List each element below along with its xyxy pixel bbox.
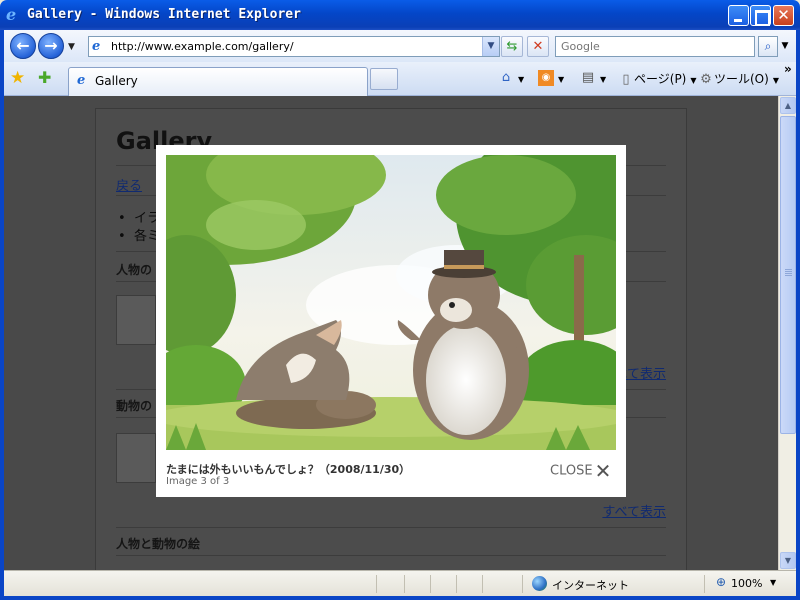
search-button[interactable]: ⌕: [758, 36, 778, 57]
scroll-up-button[interactable]: ▲: [780, 97, 796, 114]
minimize-button[interactable]: [728, 5, 749, 26]
feeds-button[interactable]: ◉ ▼: [538, 70, 564, 86]
address-url[interactable]: http://www.example.com/gallery/: [111, 40, 294, 53]
window-title: Gallery - Windows Internet Explorer: [27, 7, 301, 22]
illustration-image: [166, 155, 616, 450]
stop-icon: ✕: [532, 39, 544, 54]
home-button[interactable]: ⌂ ▼: [498, 70, 524, 86]
status-separator: [522, 575, 523, 593]
lightbox: たまには外もいいもんでしょ？（2008/11/30） Image 3 of 3 …: [156, 145, 626, 497]
thumbnail[interactable]: [116, 295, 156, 345]
more-commands-chevron-icon[interactable]: »: [784, 62, 792, 76]
search-options-dropdown[interactable]: ▼: [778, 36, 792, 57]
lightbox-counter: Image 3 of 3: [166, 476, 230, 487]
page-icon: e: [92, 39, 101, 54]
divider: [116, 555, 666, 556]
close-icon: ✕: [594, 459, 612, 483]
new-tab-button[interactable]: [370, 68, 398, 90]
back-link[interactable]: 戻る: [116, 175, 142, 194]
status-separator: [482, 575, 483, 593]
close-window-button[interactable]: ✕: [773, 5, 794, 26]
search-box[interactable]: [555, 36, 755, 57]
lightbox-caption: たまには外もいいもんでしょ？（2008/11/30）: [166, 463, 411, 476]
lightbox-close-button[interactable]: CLOSE ✕: [550, 459, 612, 483]
close-icon: ✕: [777, 6, 790, 24]
status-separator: [376, 575, 377, 593]
refresh-button[interactable]: ⇆: [501, 36, 523, 57]
stop-button[interactable]: ✕: [527, 36, 549, 57]
tools-menu-label: ツール(O): [714, 72, 769, 86]
status-separator: [704, 575, 705, 593]
search-input[interactable]: [556, 37, 746, 56]
address-dropdown-button[interactable]: ▼: [482, 37, 499, 56]
scroll-thumb[interactable]: [780, 116, 796, 434]
history-dropdown-button[interactable]: ▼: [68, 42, 75, 52]
favorites-star-icon[interactable]: ★: [10, 68, 25, 88]
zoom-icon[interactable]: ⊕: [716, 575, 726, 589]
lightbox-image[interactable]: [166, 155, 616, 450]
status-separator: [456, 575, 457, 593]
page-icon: ▯: [622, 71, 630, 87]
page-menu-label: ページ(P): [634, 72, 687, 86]
print-icon: ▤: [581, 70, 595, 85]
arrow-right-icon: →: [44, 36, 58, 55]
forward-button[interactable]: →: [38, 33, 64, 59]
section-heading: 人物の: [116, 263, 153, 277]
window-frame-left: [0, 30, 4, 600]
page-menu[interactable]: ▯ ページ(P) ▼: [618, 70, 696, 88]
address-bar[interactable]: e http://www.example.com/gallery/ ▼: [88, 36, 500, 57]
status-separator: [430, 575, 431, 593]
status-separator: [404, 575, 405, 593]
section-heading: 人物と動物の絵: [116, 537, 201, 551]
status-bar: インターネット ⊕ 100% ▼: [4, 570, 796, 596]
window-frame-right: [796, 30, 800, 600]
list-item: • 各ミ: [118, 229, 160, 244]
home-icon: ⌂: [501, 70, 511, 85]
scroll-down-button[interactable]: ▼: [780, 552, 796, 569]
page-icon: e: [77, 73, 86, 88]
section-heading: 動物の: [116, 399, 153, 413]
window-frame-bottom: [0, 596, 800, 600]
maximize-button[interactable]: [750, 5, 771, 26]
tab-toolbar: ★ ✚ e Gallery ⌂ ▼ ◉ ▼ ▤ ▼ ▯ ページ(P) ▼ ⚙ ツール(O) ▼…: [0, 62, 800, 96]
thumbnail[interactable]: [116, 433, 156, 483]
gear-icon: ⚙: [700, 71, 712, 87]
add-favorites-icon[interactable]: ✚: [38, 68, 51, 87]
refresh-icon: ⇆: [506, 39, 518, 54]
ie-logo-icon: e: [6, 5, 17, 24]
list-item: • イラ: [118, 211, 160, 226]
close-label: CLOSE: [550, 463, 593, 479]
address-toolbar: ← → ▼ e http://www.example.com/gallery/ …: [0, 30, 800, 62]
tab-gallery[interactable]: e Gallery: [68, 67, 368, 96]
security-zone: インターネット: [552, 579, 629, 592]
tools-menu[interactable]: ⚙ ツール(O) ▼: [698, 70, 779, 88]
title-bar: e Gallery - Windows Internet Explorer ✕: [0, 0, 800, 30]
zoom-dropdown-button[interactable]: ▼: [770, 578, 776, 587]
rss-icon: ◉: [538, 70, 554, 86]
zoom-level[interactable]: 100%: [731, 577, 762, 590]
back-button[interactable]: ←: [10, 33, 36, 59]
search-icon: ⌕: [764, 39, 772, 53]
show-all-link[interactable]: すべて表示: [602, 501, 666, 520]
tab-label: Gallery: [95, 74, 138, 88]
arrow-left-icon: ←: [16, 36, 30, 55]
internet-zone-globe-icon: [532, 576, 547, 591]
vertical-scrollbar[interactable]: ▲ ▼: [778, 96, 796, 570]
print-button[interactable]: ▤ ▼: [580, 70, 606, 86]
divider: [116, 527, 666, 528]
